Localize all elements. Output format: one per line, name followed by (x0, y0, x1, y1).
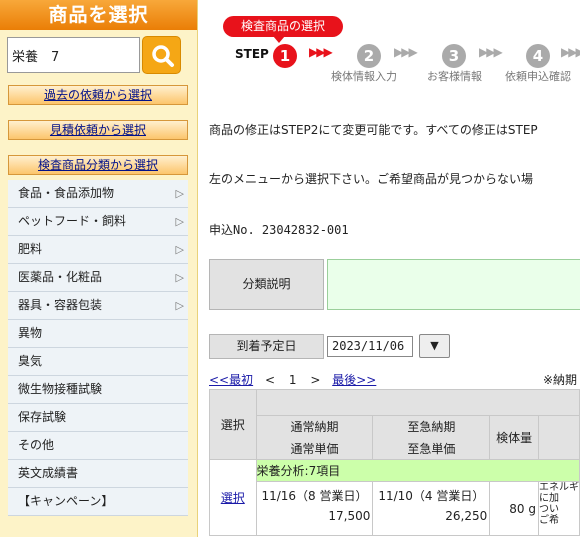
step-2-caption: 検体情報入力 (331, 70, 397, 83)
table-row: 11/16（8 営業日） 17,500 11/10（4 営業日） 26,250 … (210, 481, 580, 536)
menu-item-containers[interactable]: 器具・容器包装 ▷ (8, 292, 188, 320)
next-page: > (310, 373, 321, 387)
normal-period: 11/16（8 営業日） (261, 489, 368, 503)
chevron-right-icon: ▷ (175, 271, 184, 284)
main-content: 検査商品の選択 STEP 1 ▶▶▶ 2 ▶▶▶ 3 ▶▶▶ 4 ▶▶▶ 検体情… (199, 0, 580, 537)
step-4-circle: 4 (526, 44, 550, 68)
menu-item-food[interactable]: 食品・食品添加物 ▷ (8, 180, 188, 208)
group-label: 栄養分析:7項目 (255, 459, 580, 482)
menu-item-label: 【キャンペーン】 (18, 494, 114, 508)
desc-header (537, 415, 580, 460)
menu-item-petfood[interactable]: ペットフード・飼料 ▷ (8, 208, 188, 236)
sidebar-title: 商品を選択 (0, 0, 197, 30)
first-page-link[interactable]: <<最初 (209, 373, 253, 387)
category-label: 分類説明 (209, 259, 324, 310)
menu-item-label: 肥料 (18, 242, 43, 256)
chevron-down-icon: ▼ (430, 339, 439, 352)
menu-item-label: 微生物接種試験 (18, 382, 103, 396)
chevron-right-icon: ▷ (175, 299, 184, 312)
arrival-label: 到着予定日 (209, 334, 324, 359)
arrival-date-input[interactable]: 2023/11/06 (327, 336, 413, 357)
menu-item-campaign[interactable]: 【キャンペーン】 (8, 488, 188, 516)
notice-menu: 左のメニューから選択下さい。ご希望商品が見つからない場 (209, 172, 534, 186)
normal-price: 17,500 (328, 509, 371, 523)
rush-price: 26,250 (445, 509, 488, 523)
normal-cell: 11/16（8 営業日） 17,500 (255, 481, 374, 536)
group-row: 選択 栄養分析:7項目 (209, 459, 580, 536)
category-description-box (327, 259, 580, 310)
search-input[interactable] (7, 37, 140, 73)
step-3-caption: お客様情報 (427, 70, 482, 83)
menu-item-label: 異物 (18, 326, 43, 340)
search-icon (152, 45, 174, 67)
last-page-link[interactable]: 最後>> (332, 373, 376, 387)
delivery-note: ※納期 (543, 373, 578, 387)
menu-item-label: その他 (18, 438, 55, 452)
sample-header: 検体量 (489, 415, 539, 460)
past-requests-button[interactable]: 過去の依頼から選択 (8, 85, 188, 105)
menu-item-label: 医薬品・化粧品 (18, 270, 103, 284)
menu-item-english[interactable]: 英文成績書 (8, 460, 188, 488)
category-menu: 食品・食品添加物 ▷ ペットフード・飼料 ▷ 肥料 ▷ 医薬品・化粧品 ▷ 器具・容器包… (8, 180, 188, 516)
order-number: 申込No. 23042832-001 (209, 223, 349, 237)
step-label: STEP (235, 47, 269, 61)
menu-item-microbe[interactable]: 微生物接種試験 (8, 376, 188, 404)
pagination: <<最初 < 1 > 最後>> (209, 371, 376, 388)
select-link[interactable]: 選択 (221, 491, 245, 505)
menu-item-label: 英文成績書 (18, 466, 79, 480)
header-band (255, 389, 580, 416)
rush-cell: 11/10（4 営業日） 26,250 (372, 481, 491, 536)
normal-period-header: 通常納期 (255, 415, 374, 438)
menu-item-fertilizer[interactable]: 肥料 ▷ (8, 236, 188, 264)
normal-price-header: 通常単価 (255, 437, 374, 460)
search-button[interactable] (142, 36, 181, 74)
chevron-right-icon: ▷ (175, 187, 184, 200)
select-cell: 選択 (209, 459, 257, 536)
chevron-right-icon: ▷ (175, 215, 184, 228)
menu-item-label: 臭気 (18, 354, 43, 368)
menu-item-storage[interactable]: 保存試験 (8, 404, 188, 432)
step-arrow-icon: ▶▶▶ (479, 45, 503, 59)
rush-period: 11/10（4 営業日） (378, 489, 485, 503)
select-header: 選択 (209, 389, 257, 460)
sample-amount: 80 g (489, 481, 539, 536)
current-step-badge: 検査商品の選択 (223, 16, 343, 43)
prev-page: < (264, 373, 276, 387)
menu-item-label: 保存試験 (18, 410, 67, 424)
notice-modify: 商品の修正はSTEP2にて変更可能です。すべての修正はSTEP (209, 123, 538, 137)
product-description: エネルギ に加 つい ご希 (537, 481, 580, 536)
step-1-circle: 1 (273, 44, 297, 68)
menu-item-label: 食品・食品添加物 (18, 186, 115, 200)
menu-item-foreign[interactable]: 異物 (8, 320, 188, 348)
step-3-circle: 3 (442, 44, 466, 68)
menu-item-label: ペットフード・飼料 (18, 214, 127, 228)
step-arrow-icon: ▶▶▶ (309, 45, 333, 59)
step-arrow-icon: ▶▶▶ (394, 45, 418, 59)
product-table: 選択 通常納期 至急納期 検体量 通常単価 至急単価 選択 栄養分析:7項目 1… (209, 389, 580, 536)
step-arrow-icon: ▶▶▶ (561, 45, 580, 59)
chevron-right-icon: ▷ (175, 243, 184, 256)
menu-item-odor[interactable]: 臭気 (8, 348, 188, 376)
step-4-caption: 依頼申込確認 (505, 70, 571, 83)
category-select-button[interactable]: 検査商品分類から選択 (8, 155, 188, 175)
menu-item-pharma[interactable]: 医薬品・化粧品 ▷ (8, 264, 188, 292)
rush-price-header: 至急単価 (372, 437, 491, 460)
sidebar: 商品を選択 過去の依頼から選択 見積依頼から選択 検査商品分類から選択 食品・食… (0, 0, 198, 537)
menu-item-other[interactable]: その他 (8, 432, 188, 460)
quote-requests-button[interactable]: 見積依頼から選択 (8, 120, 188, 140)
date-dropdown-button[interactable]: ▼ (419, 334, 450, 358)
step-2-circle: 2 (357, 44, 381, 68)
current-page: 1 (288, 373, 297, 387)
menu-item-label: 器具・容器包装 (18, 298, 103, 312)
rush-period-header: 至急納期 (372, 415, 491, 438)
